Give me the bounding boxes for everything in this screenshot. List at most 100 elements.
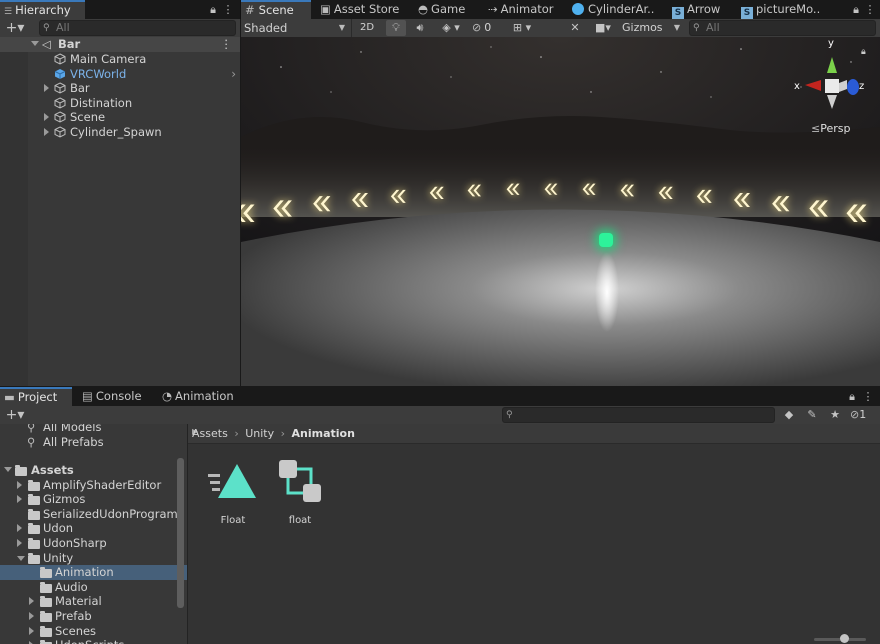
tab-animation[interactable]: ◔ Animation <box>158 387 248 406</box>
create-add-icon[interactable]: +▾ <box>2 20 28 36</box>
tab-console[interactable]: ▤ Console <box>78 387 156 406</box>
folder-item[interactable]: AmplifyShaderEditor <box>0 478 187 493</box>
lighting-icon[interactable]: 💡︎ <box>386 20 406 36</box>
folder-item[interactable]: Material <box>0 594 187 609</box>
asset-tile[interactable]: float <box>273 458 327 528</box>
tab-scene[interactable]: # Scene <box>241 0 311 19</box>
glowing-chevron-arrow <box>467 184 482 197</box>
folder-item[interactable]: Gizmos <box>0 492 187 507</box>
folder-item[interactable]: Unity <box>0 551 187 566</box>
shading-mode-dropdown[interactable]: Shaded ▼ <box>244 19 352 37</box>
folder-label: SerializedUdonPrograms <box>43 506 184 521</box>
project-search-input[interactable]: ⚲ <box>502 407 775 423</box>
hierarchy-item[interactable]: Scene <box>0 110 240 125</box>
hierarchy-item[interactable]: Bar <box>0 81 240 96</box>
z-axis-cone[interactable] <box>847 79 859 95</box>
tree-scrollbar[interactable] <box>177 458 184 608</box>
material-sphere-icon <box>572 3 584 15</box>
expand-arrow-icon[interactable] <box>29 626 34 635</box>
expand-arrow-icon[interactable] <box>17 524 22 533</box>
lock-icon[interactable]: 🔒︎ <box>207 2 219 18</box>
scene-search-input[interactable]: ⚲ All <box>689 20 876 36</box>
grid-toggle-icon[interactable]: ⊞ ▾ <box>504 20 540 36</box>
camera-icon[interactable]: ■▾ <box>588 20 618 36</box>
hierarchy-search-input[interactable]: ⚲ All <box>39 20 236 36</box>
tab-hierarchy[interactable]: ☰ Hierarchy <box>0 0 85 19</box>
more-options-icon[interactable]: ⋮ <box>862 389 874 405</box>
gizmo-center-cube[interactable] <box>825 79 839 93</box>
assets-root-row[interactable]: Assets <box>0 463 187 478</box>
glowing-chevron-arrow <box>273 200 293 217</box>
lock-icon[interactable]: 🔒︎ <box>850 2 862 18</box>
tab-asset-store[interactable]: ▣ Asset Store <box>316 0 410 19</box>
hidden-objects-toggle[interactable]: ⊘ 0 <box>472 19 502 37</box>
hierarchy-item[interactable]: Cylinder_Spawn <box>0 125 240 140</box>
scene-viewport[interactable]: y x z 🔒︎ ≤Persp <box>241 37 880 386</box>
expand-arrow-icon[interactable] <box>17 480 22 489</box>
filter-by-type-icon[interactable]: ◆ <box>780 407 798 423</box>
chevron-right-icon[interactable]: › <box>231 67 236 82</box>
tab-cylinder-arrow[interactable]: CylinderAr.. <box>568 0 664 19</box>
folder-item[interactable]: UdonScripts <box>0 638 187 644</box>
more-options-icon[interactable]: ⋮ <box>864 2 876 18</box>
scene-more-icon[interactable]: ⋮ <box>221 37 233 52</box>
tab-animator[interactable]: ⇢ Animator <box>484 0 564 19</box>
gizmos-dropdown[interactable]: Gizmos ▼ <box>622 19 682 37</box>
create-add-icon[interactable]: +▾ <box>2 407 28 423</box>
expand-arrow-icon[interactable] <box>17 539 22 547</box>
breadcrumb-assets[interactable]: Assets <box>192 427 228 440</box>
folder-icon <box>40 625 52 637</box>
glowing-chevron-arrow <box>696 189 712 203</box>
green-object[interactable] <box>599 233 613 247</box>
y-axis-cone[interactable] <box>827 57 837 73</box>
expand-arrow-icon[interactable] <box>29 597 34 606</box>
expand-arrow-icon[interactable] <box>29 612 34 620</box>
tab-game[interactable]: ◓ Game <box>414 0 480 19</box>
hierarchy-item[interactable]: Distination <box>0 96 240 111</box>
glowing-chevron-arrow <box>620 184 635 197</box>
tab-project[interactable]: ▬ Project <box>0 387 72 406</box>
folder-item[interactable]: UdonSharp <box>0 536 187 551</box>
x-axis-cone[interactable] <box>805 80 821 91</box>
gizmo-lock-icon[interactable]: 🔒︎ <box>861 47 866 57</box>
orientation-gizmo[interactable] <box>791 45 871 115</box>
hierarchy-item-prefab[interactable]: VRCWorld › <box>0 67 240 82</box>
folder-item[interactable]: Prefab <box>0 609 187 624</box>
favorite-star-icon[interactable]: ★ <box>826 407 844 423</box>
tools-icon[interactable]: ✕ <box>566 20 584 36</box>
asset-tile[interactable]: Float <box>206 458 260 528</box>
project-content: ▶ Assets › Unity › Animation Float float <box>188 424 880 644</box>
folder-label: Prefab <box>55 609 92 623</box>
folder-icon <box>28 523 40 535</box>
hierarchy-item[interactable]: Main Camera <box>0 52 240 67</box>
lock-icon[interactable]: 🔒︎ <box>846 389 858 405</box>
filter-by-label-icon[interactable]: ✎ <box>803 407 821 423</box>
folder-item[interactable]: Scenes <box>0 624 187 639</box>
folder-item[interactable]: Udon <box>0 521 187 536</box>
projection-toggle[interactable]: ≤Persp <box>811 122 850 135</box>
folder-icon <box>28 494 40 506</box>
collapse-arrow-icon[interactable] <box>17 555 25 561</box>
prefab-icon <box>54 68 66 79</box>
toggle-2d-button[interactable]: 2D <box>356 20 378 36</box>
folder-item[interactable]: SerializedUdonPrograms <box>0 507 187 522</box>
favorite-item[interactable]: ⚲ All Models <box>0 424 187 435</box>
audio-icon[interactable]: 🔊︎ <box>410 20 430 36</box>
favorite-item[interactable]: ⚲ All Prefabs <box>0 435 187 450</box>
hidden-packages-toggle[interactable]: ⊘1 <box>850 407 878 423</box>
scene-root-row[interactable]: ◁ Bar ⋮ <box>0 37 240 52</box>
store-icon: ▣ <box>320 2 331 16</box>
eye-slash-icon: ⊘ <box>472 21 482 34</box>
tab-arrow[interactable]: S Arrow <box>668 0 734 19</box>
folder-label: Scenes <box>55 623 97 638</box>
slider-handle[interactable] <box>840 634 849 643</box>
folder-item[interactable]: Audio <box>0 580 187 595</box>
expand-arrow-icon[interactable] <box>17 495 22 504</box>
folder-item[interactable]: Animation <box>0 565 187 580</box>
breadcrumb-unity[interactable]: Unity <box>245 427 274 440</box>
tab-picture-mo[interactable]: SpictureMo.. <box>737 0 847 19</box>
more-options-icon[interactable]: ⋮ <box>222 2 234 18</box>
search-icon: ⚲ <box>27 434 36 449</box>
breadcrumb-animation[interactable]: Animation <box>292 427 355 440</box>
effects-icon[interactable]: ◈ ▾ <box>434 20 468 36</box>
